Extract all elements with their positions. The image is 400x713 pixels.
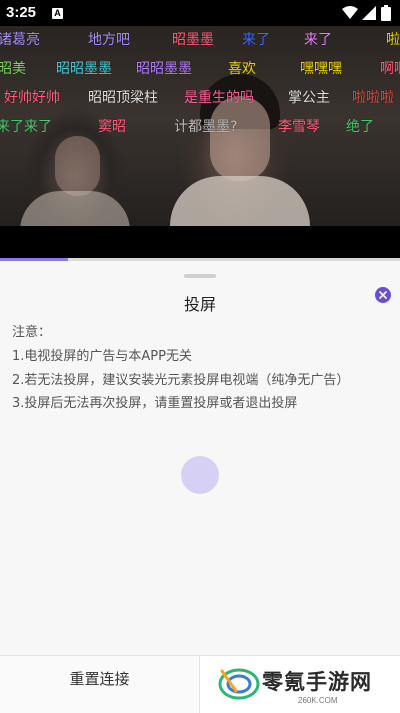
danmaku-comment: 嘿嘿嘿 xyxy=(300,61,342,77)
danmaku-comment: 是重生的吗 xyxy=(184,90,254,106)
danmaku-comment: 计都墨墨? xyxy=(174,119,238,135)
loading-spinner xyxy=(181,456,219,494)
danmaku-comment: 窦昭 xyxy=(98,119,126,135)
watermark-url: 260K.COM xyxy=(298,696,338,705)
danmaku-comment: 昭昭墨墨 xyxy=(56,61,112,77)
site-logo-icon xyxy=(218,668,260,700)
notice-heading: 注意： xyxy=(12,325,52,340)
danmaku-comment: 李雪琴 xyxy=(278,119,320,135)
wifi-icon xyxy=(342,6,358,19)
watermark: 零氪手游网 260K.COM xyxy=(200,656,400,713)
video-figure xyxy=(210,96,270,181)
danmaku-comment: 昭墨墨 xyxy=(172,32,214,48)
status-time: 3:25 xyxy=(6,4,37,21)
danmaku-comment: 来了 xyxy=(304,32,332,48)
notification-icon: A xyxy=(52,8,63,19)
watermark-brand: 零氪手游网 xyxy=(262,670,372,694)
battery-icon xyxy=(381,5,391,21)
danmaku-comment: 啊啊 xyxy=(380,61,400,77)
danmaku-comment: 诸葛亮 xyxy=(0,32,40,48)
notice-line-1: 1.电视投屏的广告与本APP无关 xyxy=(12,349,192,364)
danmaku-comment: 昭美 xyxy=(0,61,26,77)
danmaku-comment: 掌公主 xyxy=(288,90,330,106)
danmaku-comment: 昭昭墨墨 xyxy=(136,61,192,77)
danmaku-comment: 好帅好帅 xyxy=(4,90,60,106)
danmaku-comment: 啦啦啦 xyxy=(352,90,394,106)
status-bar: 3:25 A xyxy=(0,0,400,26)
close-icon xyxy=(379,291,387,299)
cast-sheet: 投屏 注意： 1.电视投屏的广告与本APP无关 2.若无法投屏，建议安装光元素投… xyxy=(0,261,400,712)
danmaku-comment: 昭昭顶梁柱 xyxy=(88,90,158,106)
video-player[interactable]: 诸葛亮地方吧昭墨墨来了来了啦昭美昭昭墨墨昭昭墨墨喜欢嘿嘿嘿啊啊好帅好帅昭昭顶梁柱… xyxy=(0,26,400,260)
close-button[interactable] xyxy=(375,287,391,303)
notice-line-2: 2.若无法投屏，建议安装光元素投屏电视端（纯净无广告） xyxy=(12,373,350,388)
danmaku-comment: 来了来了 xyxy=(0,119,52,135)
notice-line-3: 3.投屏后无法再次投屏，请重置投屏或者退出投屏 xyxy=(12,396,298,411)
sheet-title: 投屏 xyxy=(183,295,216,314)
danmaku-comment: 啦 xyxy=(386,32,400,48)
reset-connection-button[interactable]: 重置连接 xyxy=(0,656,199,713)
danmaku-comment: 来了 xyxy=(242,32,270,48)
signal-icon xyxy=(362,6,376,20)
danmaku-comment: 喜欢 xyxy=(228,61,256,77)
danmaku-comment: 地方吧 xyxy=(88,32,130,48)
sheet-drag-handle[interactable] xyxy=(184,274,216,278)
danmaku-comment: 绝了 xyxy=(346,119,374,135)
bottom-bar: 重置连接 零氪手游网 260K.COM xyxy=(0,655,400,713)
